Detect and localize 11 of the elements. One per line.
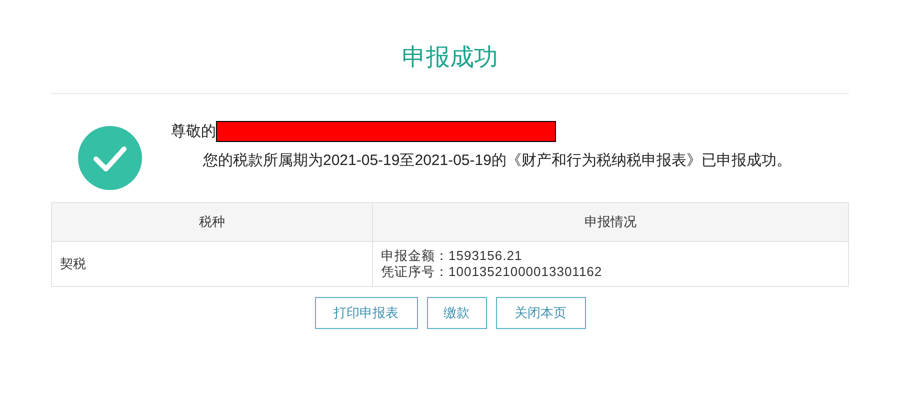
page-title: 申报成功 [401, 43, 499, 73]
greeting: 尊敬的 [171, 122, 216, 140]
success-message: 您的税款所属期为2021-05-19至2021-05-19的《财产和行为税纳税申报表》已申报成功。 [203, 151, 792, 170]
detail-line: 申报金额：1593156.21 [381, 248, 524, 264]
column-header: 申报情况 [372, 202, 848, 242]
detail-line: 凭证序号：10013521000013301162 [381, 264, 604, 280]
action-button[interactable]: 打印申报表 [314, 297, 418, 329]
table-cell: 契税 [52, 242, 372, 286]
action-button[interactable]: 关闭本页 [496, 297, 586, 329]
action-button[interactable]: 缴款 [426, 297, 486, 329]
column-header: 税种 [52, 202, 372, 242]
